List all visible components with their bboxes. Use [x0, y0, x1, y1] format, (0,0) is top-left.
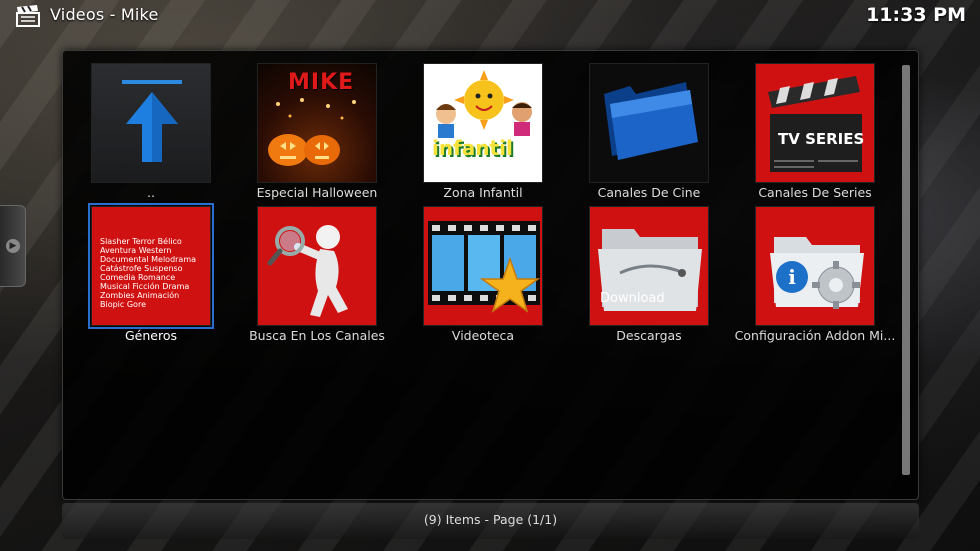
grid-item-canales-de-series[interactable]: TV SERIES Canales De Series [727, 51, 875, 200]
item-count-status: (9) Items - Page (1/1) [423, 512, 558, 527]
infantil-thumbnail: infantil [423, 63, 543, 183]
download-folder-icon: Download [589, 206, 709, 326]
tv-series-clapper-thumbnail: TV SERIES [755, 63, 875, 183]
grid-item-halloween[interactable]: MIKE Especial Halloween [229, 51, 377, 200]
chevron-right-icon: ▶ [6, 239, 20, 253]
thumb-logo-text: infantil [432, 136, 513, 160]
grid-item-descargas[interactable]: Download Descargas [561, 194, 709, 343]
grid-item-label: Busca En Los Canales [249, 328, 385, 343]
grid-item-label: Descargas [616, 328, 682, 343]
media-grid-panel: .. MIKE Especial Halloween infantil Zona… [62, 50, 919, 500]
blue-folder-icon [589, 63, 709, 183]
grid-item-canales-de-cine[interactable]: Canales De Cine [561, 51, 709, 200]
settings-folder-icon: i [755, 206, 875, 326]
grid-item-videoteca[interactable]: Videoteca [395, 194, 543, 343]
svg-text:i: i [788, 265, 796, 289]
grid-item-configuracion-addon[interactable]: i Configuración Addon Mi... [727, 194, 895, 343]
window-title: Videos - Mike [50, 5, 159, 24]
clapperboard-icon [16, 5, 40, 27]
thumb-logo-text: Download [600, 291, 665, 306]
footer-bar: (9) Items - Page (1/1) [62, 503, 919, 539]
header-bar: Videos - Mike 11:33 PM [0, 0, 980, 34]
halloween-thumbnail: MIKE [257, 63, 377, 183]
up-arrow-icon [91, 63, 211, 183]
genre-word-cloud-thumbnail: Slasher Terror Bélico Aventura Western D… [88, 203, 214, 329]
clock: 11:33 PM [866, 4, 966, 26]
vertical-scrollbar[interactable] [902, 65, 910, 475]
grid-item-label: Géneros [124, 328, 177, 343]
magnifier-figure-icon [257, 206, 377, 326]
grid-item-label: Configuración Addon Mi... [734, 328, 896, 343]
grid-item-generos[interactable]: Slasher Terror Bélico Aventura Western D… [63, 194, 214, 343]
film-star-icon [423, 206, 543, 326]
grid-item-busca-en-los-canales[interactable]: Busca En Los Canales [229, 194, 385, 343]
thumb-logo-text: TV SERIES [778, 130, 865, 148]
genre-words: Slasher Terror Bélico Aventura Western D… [100, 237, 197, 309]
grid-item-parent[interactable]: .. [63, 51, 211, 200]
grid-item-zona-infantil[interactable]: infantil Zona Infantil [395, 51, 543, 200]
grid-item-label: Videoteca [451, 328, 515, 343]
side-menu-handle[interactable]: ▶ [0, 205, 26, 287]
